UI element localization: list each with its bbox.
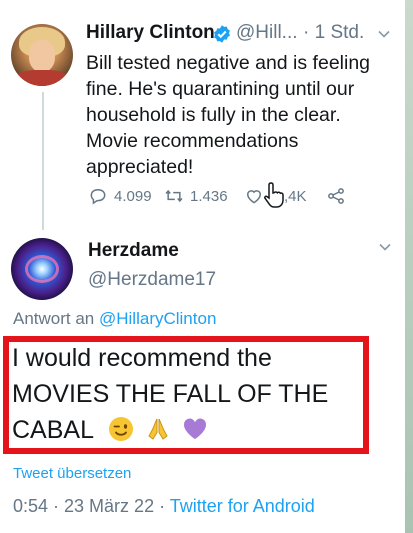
tweet-source-link[interactable]: Twitter for Android: [170, 496, 315, 516]
winking-face-emoji-icon: [109, 417, 134, 441]
verified-badge-icon: [214, 25, 230, 43]
tweet1-handle[interactable]: @Hill...: [236, 22, 298, 44]
reply-prefix: Antwort an: [13, 309, 95, 328]
tweet1-text: Bill tested negative and is feeling fine…: [86, 50, 386, 180]
tweet1-author-name[interactable]: Hillary Clinton: [86, 22, 215, 44]
hand-cursor-icon: [264, 182, 284, 208]
tweet2-author-name[interactable]: Herzdame: [88, 240, 179, 262]
tweet1-line: Movie recommendations: [86, 130, 299, 152]
tweet1-line: fine. He's quarantining until our: [86, 78, 355, 100]
reply-icon: [90, 188, 106, 205]
tweet2-last-line: CABAL: [12, 412, 362, 448]
tweet2-text: I would recommend the MOVIES THE FALL OF…: [12, 340, 362, 448]
retweet-icon: [165, 189, 183, 203]
tweet2-line: I would recommend the: [12, 344, 272, 372]
chevron-down-icon[interactable]: [378, 240, 392, 254]
tweet2-handle[interactable]: @Herzdame17: [88, 269, 216, 291]
tweet1-line: appreciated!: [86, 156, 194, 178]
retweet-count: 1.436: [190, 187, 228, 205]
tweet2-line: MOVIES THE FALL OF THE: [12, 380, 329, 408]
hillary-avatar[interactable]: [11, 24, 73, 86]
tweet-meta: 0:54 · 23 März 22 · Twitter for Android: [13, 496, 315, 517]
tweet1-time: · 1 Std.: [303, 22, 365, 43]
translate-tweet-link[interactable]: Tweet übersetzen: [13, 465, 131, 482]
background-edge: [405, 0, 413, 533]
retweet-button[interactable]: 1.436: [164, 186, 228, 206]
share-icon: [328, 188, 344, 204]
reply-button[interactable]: 4.099: [88, 186, 152, 206]
reply-mention-link[interactable]: @HillaryClinton: [99, 309, 216, 328]
herzdame-avatar[interactable]: [11, 238, 73, 300]
tweet-detail-card: Hillary Clinton @Hill... · 1 Std. Bill t…: [0, 0, 405, 533]
reply-context: Antwort an @HillaryClinton: [13, 309, 216, 329]
tweet1-line: Bill tested negative and is feeling: [86, 52, 371, 74]
folded-hands-emoji-icon: [148, 418, 168, 440]
tweet1-line: household is fully in the clear.: [86, 104, 341, 126]
heart-icon: [246, 190, 262, 204]
share-button[interactable]: [326, 186, 352, 206]
reply-count: 4.099: [114, 187, 152, 205]
purple-heart-emoji-icon: [183, 418, 206, 439]
tweet2-line: CABAL: [12, 416, 94, 444]
thread-line: [42, 92, 44, 230]
chevron-down-icon[interactable]: [377, 27, 391, 41]
tweet-timestamp: 0:54 · 23 März 22 ·: [13, 496, 170, 516]
